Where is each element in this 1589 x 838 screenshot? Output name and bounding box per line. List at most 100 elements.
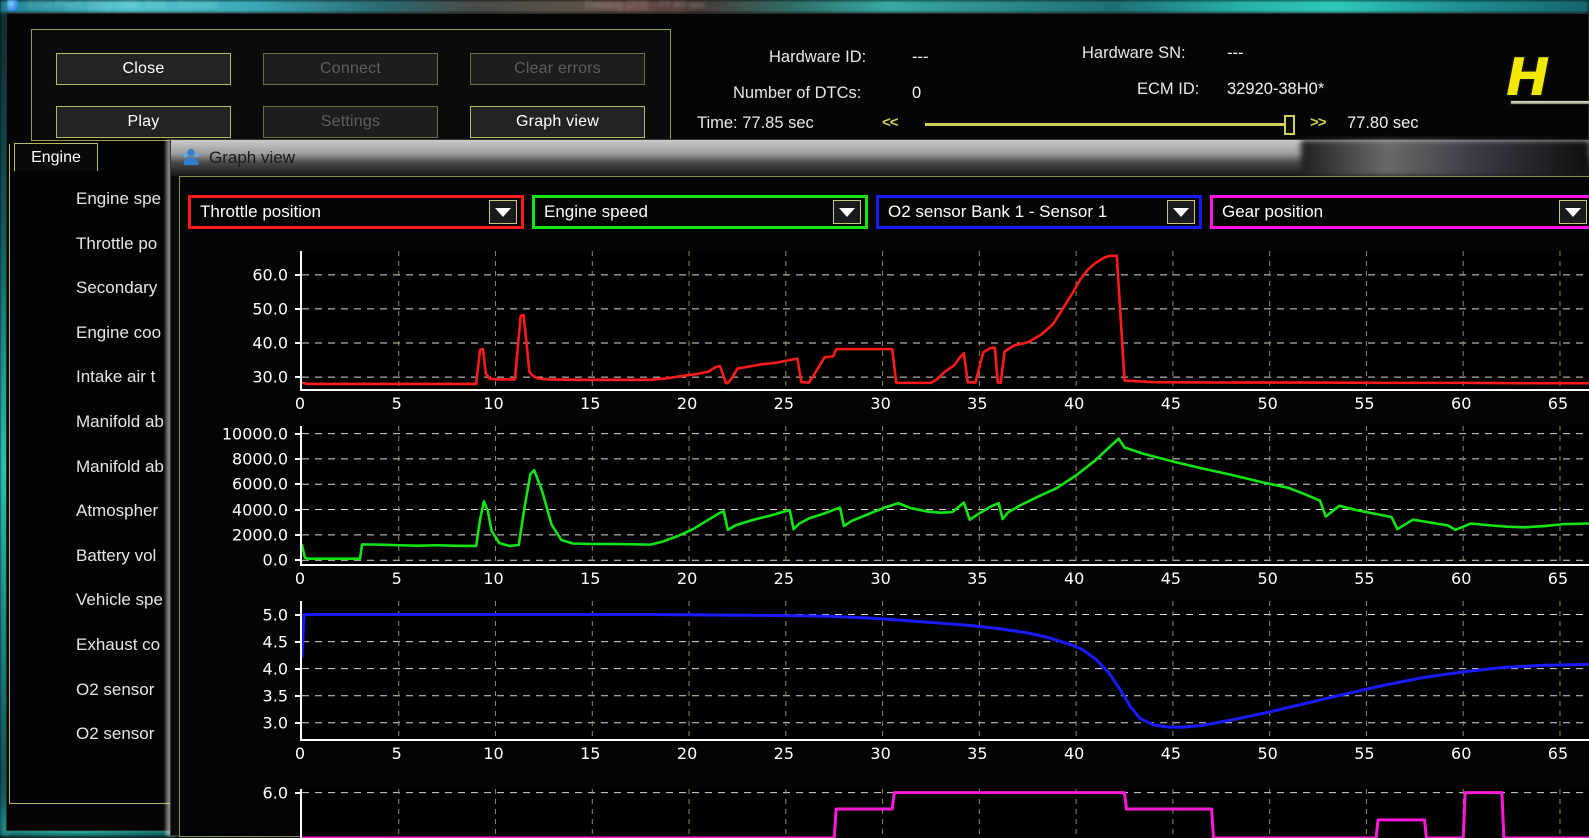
x-axis-line	[300, 564, 1589, 566]
app-icon	[7, 0, 18, 11]
list-item[interactable]: Vehicle spe	[10, 578, 192, 623]
list-item[interactable]: Engine coo	[10, 311, 192, 356]
y-axis-labels: 0.02000.04000.06000.08000.010000.0	[180, 426, 296, 564]
time-position-value: 77.80 sec	[1347, 114, 1419, 133]
brand-logo-underline	[1510, 100, 1589, 105]
list-item[interactable]: Secondary	[10, 266, 192, 311]
y-axis-tick-mark	[295, 534, 302, 536]
y-axis-tick-mark	[295, 308, 302, 310]
chevron-down-icon[interactable]	[833, 200, 861, 224]
y-axis-tick-label: 0.0	[263, 551, 288, 570]
clear-errors-button[interactable]: Clear errors	[470, 53, 645, 85]
hardware-id-label: Hardware ID:	[769, 48, 866, 67]
next-icon[interactable]: >>	[1310, 114, 1326, 131]
connect-button[interactable]: Connect	[263, 53, 438, 85]
graph-window-icon	[181, 147, 201, 167]
list-item[interactable]: Manifold ab	[10, 445, 192, 490]
chart-engine-speed: 0.02000.04000.06000.08000.010000.0051015…	[180, 426, 1589, 591]
x-axis-tick-label: 50	[1257, 394, 1277, 413]
plot-area	[300, 601, 1589, 739]
x-axis-tick-label: 50	[1257, 744, 1277, 763]
y-axis-tick-mark	[295, 792, 302, 794]
x-axis-tick-label: 65	[1548, 394, 1568, 413]
y-axis-tick-mark	[295, 483, 302, 485]
x-axis-tick-label: 40	[1064, 569, 1084, 588]
prev-icon[interactable]: <<	[882, 114, 898, 131]
list-item[interactable]: Engine spe	[10, 177, 192, 222]
plot-area	[300, 789, 1589, 838]
time-slider-thumb[interactable]	[1284, 115, 1295, 135]
series-selector-1[interactable]: Engine speed	[532, 195, 868, 229]
x-axis-tick-label: 5	[392, 569, 402, 588]
y-axis-tick-label: 40.0	[252, 334, 288, 353]
desktop-title-text-secondary: Datalog (2/3) - 77.80 sec	[585, 0, 706, 11]
x-axis-tick-label: 35	[967, 744, 987, 763]
ecm-id-label: ECM ID:	[1137, 80, 1199, 99]
list-item[interactable]: Exhaust co	[10, 623, 192, 668]
y-axis-tick-label: 4.0	[263, 659, 288, 678]
series-path	[302, 601, 1589, 739]
titlebar-right-region	[1301, 140, 1589, 176]
graph-view-window: Graph view Throttle position Engine spee…	[170, 139, 1589, 836]
x-axis-tick-label: 55	[1354, 569, 1374, 588]
parameter-list[interactable]: Engine speThrottle poSecondaryEngine coo…	[10, 177, 192, 797]
x-axis-tick-label: 0	[295, 394, 305, 413]
plot-area	[300, 426, 1589, 564]
y-axis-labels: 6.0	[180, 789, 296, 838]
x-axis-tick-label: 15	[580, 569, 600, 588]
time-slider-track[interactable]	[925, 123, 1295, 126]
list-item[interactable]: Atmospher	[10, 489, 192, 534]
y-axis-tick-label: 8000.0	[232, 449, 288, 468]
series-selector-3[interactable]: Gear position	[1210, 195, 1589, 229]
list-item[interactable]: Throttle po	[10, 222, 192, 267]
x-axis-tick-label: 65	[1548, 744, 1568, 763]
y-axis-tick-label: 30.0	[252, 368, 288, 387]
x-axis-tick-label: 20	[677, 394, 697, 413]
y-axis-tick-mark	[295, 695, 302, 697]
y-axis-tick-mark	[295, 614, 302, 616]
chevron-down-icon[interactable]	[1167, 200, 1195, 224]
desktop-titlebar	[0, 0, 1589, 13]
series-selector-2[interactable]: O2 sensor Bank 1 - Sensor 1	[876, 195, 1202, 229]
y-axis-tick-label: 10000.0	[222, 424, 288, 443]
x-axis-labels: 05101520253035404550556065	[300, 394, 1589, 416]
chart-gear-position: 6.0	[180, 789, 1589, 838]
chevron-down-icon[interactable]	[489, 200, 517, 224]
desktop-title-text: ECU Flash Diagnostic Tool - Session	[28, 0, 218, 11]
dtc-count-label: Number of DTCs:	[733, 84, 861, 103]
graph-view-button[interactable]: Graph view	[470, 106, 645, 138]
list-item[interactable]: Intake air t	[10, 355, 192, 400]
chevron-down-icon[interactable]	[1559, 200, 1587, 224]
series-path	[302, 426, 1589, 564]
graph-view-titlebar[interactable]: Graph view	[171, 140, 1589, 176]
toolbar: Close Connect Clear errors Play Settings…	[31, 29, 671, 141]
series-selector-1-value: Engine speed	[535, 202, 833, 222]
x-axis-tick-label: 10	[483, 569, 503, 588]
x-axis-tick-label: 25	[774, 569, 794, 588]
y-axis-tick-mark	[295, 274, 302, 276]
list-item[interactable]: Battery vol	[10, 534, 192, 579]
x-axis-tick-label: 50	[1257, 569, 1277, 588]
x-axis-line	[300, 389, 1589, 391]
x-axis-tick-label: 40	[1064, 744, 1084, 763]
close-button[interactable]: Close	[56, 53, 231, 85]
x-axis-tick-label: 30	[870, 569, 890, 588]
y-axis-tick-label: 5.0	[263, 605, 288, 624]
settings-button[interactable]: Settings	[263, 106, 438, 138]
x-axis-tick-label: 35	[967, 569, 987, 588]
y-axis-tick-mark	[295, 342, 302, 344]
series-path	[302, 251, 1589, 389]
x-axis-tick-label: 30	[870, 744, 890, 763]
list-item[interactable]: O2 sensor	[10, 712, 192, 757]
play-button[interactable]: Play	[56, 106, 231, 138]
brand-logo: H	[1498, 54, 1589, 116]
series-selector-0[interactable]: Throttle position	[188, 195, 524, 229]
list-item[interactable]: Manifold ab	[10, 400, 192, 445]
series-selector-row: Throttle position Engine speed O2 sensor…	[188, 195, 1588, 231]
x-axis-tick-label: 20	[677, 569, 697, 588]
tab-engine[interactable]: Engine	[14, 143, 98, 171]
x-axis-tick-label: 55	[1354, 744, 1374, 763]
list-item[interactable]: O2 sensor	[10, 668, 192, 713]
y-axis-tick-label: 6.0	[263, 783, 288, 802]
time-label: Time: 77.85 sec	[697, 114, 814, 133]
